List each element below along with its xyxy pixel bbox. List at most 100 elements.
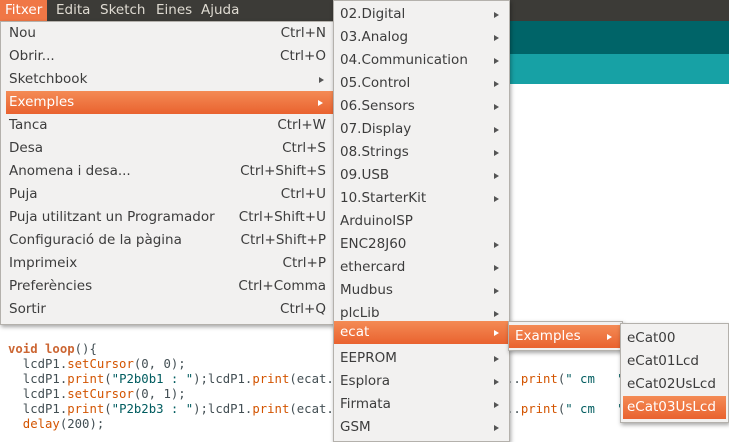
menu-item-ecat00[interactable]: eCat00 <box>621 327 728 350</box>
code-line: lcdP1.print("P2b2b3 : ");lcdP1.print(eca… <box>8 402 349 416</box>
submenu-arrow-icon <box>494 58 499 64</box>
menu-item-08-strings[interactable]: 08.Strings <box>334 141 509 164</box>
menu-item-label: eCat02UsLcd <box>627 376 716 392</box>
menu-edita[interactable]: Edita <box>56 0 90 21</box>
menu-item-shortcut: Ctrl+Comma <box>238 278 326 294</box>
menu-item-shortcut: Ctrl+Shift+U <box>238 209 326 225</box>
menu-item-label: 08.Strings <box>340 144 409 160</box>
code-text: lcdP1. <box>8 372 68 386</box>
menu-item-shortcut: Ctrl+Shift+S <box>240 163 326 179</box>
code-function: print <box>67 402 105 416</box>
code-text: (0, 1); <box>133 387 186 401</box>
menu-item-esplora[interactable]: Esplora <box>334 370 509 393</box>
submenu-arrow-icon <box>494 288 499 294</box>
code-string: "P2b0b1 : " <box>111 372 194 386</box>
menu-item-nou[interactable]: Nou Ctrl+N <box>1 22 334 45</box>
menu-item-label: Anomena i desa... <box>9 163 131 179</box>
code-text: ;lcdP1. <box>200 402 253 416</box>
menu-eines[interactable]: Eines <box>156 0 192 21</box>
code-line: lcdP1.print("P2b0b1 : ");lcdP1.print(eca… <box>8 372 349 386</box>
code-string: " cm " <box>565 372 625 386</box>
menu-item-eeprom[interactable]: EEPROM <box>334 347 509 370</box>
menu-item-label: Nou <box>9 25 36 41</box>
menu-item-09-usb[interactable]: 09.USB <box>334 164 509 187</box>
menu-item-02-digital[interactable]: 02.Digital <box>334 3 509 26</box>
menu-item-mudbus[interactable]: Mudbus <box>334 279 509 302</box>
menu-item-sortir[interactable]: Sortir Ctrl+Q <box>1 298 334 321</box>
menu-ajuda[interactable]: Ajuda <box>201 0 239 21</box>
menu-item-label: 06.Sensors <box>340 98 415 114</box>
submenu-arrow-icon <box>494 379 499 385</box>
menu-item-07-display[interactable]: 07.Display <box>334 118 509 141</box>
code-line: ..print(" cm " <box>506 372 625 386</box>
menu-item-ecat01lcd[interactable]: eCat01Lcd <box>621 350 728 373</box>
code-line: lcdP1.setCursor(0, 1); <box>8 387 186 402</box>
menu-item-label: EEPROM <box>340 350 397 366</box>
code-text: (0, 0); <box>133 357 186 371</box>
submenu-arrow-icon <box>494 81 499 87</box>
menu-item-ecat[interactable]: ecat <box>334 321 509 344</box>
menu-item-gsm[interactable]: GSM <box>334 416 509 439</box>
menu-item-10-starterkit[interactable]: 10.StarterKit <box>334 187 509 210</box>
examples-submenu: 02.Digital 03.Analog 04.Communication 05… <box>333 0 510 442</box>
code-function: print <box>520 402 558 416</box>
code-line: lcdP1.setCursor(0, 0); <box>8 357 186 372</box>
menu-item-shortcut: Ctrl+S <box>282 140 326 156</box>
submenu-arrow-icon <box>494 35 499 41</box>
submenu-arrow-icon <box>494 265 499 271</box>
code-function: print <box>67 372 105 386</box>
menu-sketch[interactable]: Sketch <box>100 0 145 21</box>
menu-item-exemples[interactable]: Exemples <box>6 91 333 114</box>
menu-item-desa[interactable]: Desa Ctrl+S <box>1 137 334 160</box>
menu-item-label: 07.Display <box>340 121 412 137</box>
menu-item-examples[interactable]: Examples <box>509 325 622 348</box>
menu-item-configuracio-pagina[interactable]: Configuració de la pàgina Ctrl+Shift+P <box>1 229 334 252</box>
menu-item-imprimeix[interactable]: Imprimeix Ctrl+P <box>1 252 334 275</box>
menu-item-puja-programador[interactable]: Puja utilitzant un Programador Ctrl+Shift… <box>1 206 334 229</box>
menu-item-05-control[interactable]: 05.Control <box>334 72 509 95</box>
menu-item-label: Obrir... <box>9 48 55 64</box>
menu-fitxer[interactable]: Fitxer <box>0 0 48 21</box>
submenu-arrow-icon <box>494 311 499 317</box>
code-function: setCursor <box>67 387 134 401</box>
code-keyword: void <box>8 342 38 356</box>
menu-item-label: 03.Analog <box>340 29 409 45</box>
menu-item-firmata[interactable]: Firmata <box>334 393 509 416</box>
menu-item-preferencies[interactable]: Preferències Ctrl+Comma <box>1 275 334 298</box>
code-string: " cm " <box>565 402 625 416</box>
menu-item-sketchbook[interactable]: Sketchbook <box>1 68 334 91</box>
menu-item-label: 10.StarterKit <box>340 190 427 206</box>
menu-item-03-analog[interactable]: 03.Analog <box>334 26 509 49</box>
menu-item-label: ArduinoISP <box>340 213 413 229</box>
menu-item-06-sensors[interactable]: 06.Sensors <box>334 95 509 118</box>
submenu-arrow-icon <box>494 150 499 156</box>
menu-item-label: Tanca <box>9 117 48 133</box>
menu-item-tanca[interactable]: Tanca Ctrl+W <box>1 114 334 137</box>
menu-item-shortcut: Ctrl+O <box>280 48 326 64</box>
menu-item-shortcut: Ctrl+U <box>280 186 326 202</box>
menu-item-enc28j60[interactable]: ENC28J60 <box>334 233 509 256</box>
menu-item-ethercard[interactable]: ethercard <box>334 256 509 279</box>
menu-item-arduinoisp[interactable]: ArduinoISP <box>334 210 509 233</box>
menu-item-label: Sketchbook <box>9 71 88 87</box>
code-function: print <box>252 372 290 386</box>
code-function: loop <box>45 342 75 356</box>
code-text: lcdP1. <box>8 387 68 401</box>
menu-item-obrir[interactable]: Obrir... Ctrl+O <box>1 45 334 68</box>
submenu-arrow-icon <box>318 100 323 106</box>
menu-item-label: Preferències <box>9 278 93 294</box>
menu-item-label: GSM <box>340 419 371 435</box>
menu-item-anomena-i-desa[interactable]: Anomena i desa... Ctrl+Shift+S <box>1 160 334 183</box>
menu-item-puja[interactable]: Puja Ctrl+U <box>1 183 334 206</box>
menu-item-shortcut: Ctrl+Q <box>280 301 326 317</box>
menu-item-ecat03uslcd[interactable]: eCat03UsLcd <box>623 396 726 419</box>
code-line: delay(200); <box>8 417 104 432</box>
code-text: (200); <box>59 417 105 431</box>
menu-item-04-communication[interactable]: 04.Communication <box>334 49 509 72</box>
menu-item-label: eCat01Lcd <box>627 353 699 369</box>
menu-item-label: Imprimeix <box>9 255 78 271</box>
menu-item-ecat02uslcd[interactable]: eCat02UsLcd <box>621 373 728 396</box>
code-string: "P2b2b3 : " <box>111 402 194 416</box>
file-menu: Nou Ctrl+N Obrir... Ctrl+O Sketchbook Exem… <box>0 21 335 325</box>
submenu-arrow-icon <box>607 334 612 340</box>
